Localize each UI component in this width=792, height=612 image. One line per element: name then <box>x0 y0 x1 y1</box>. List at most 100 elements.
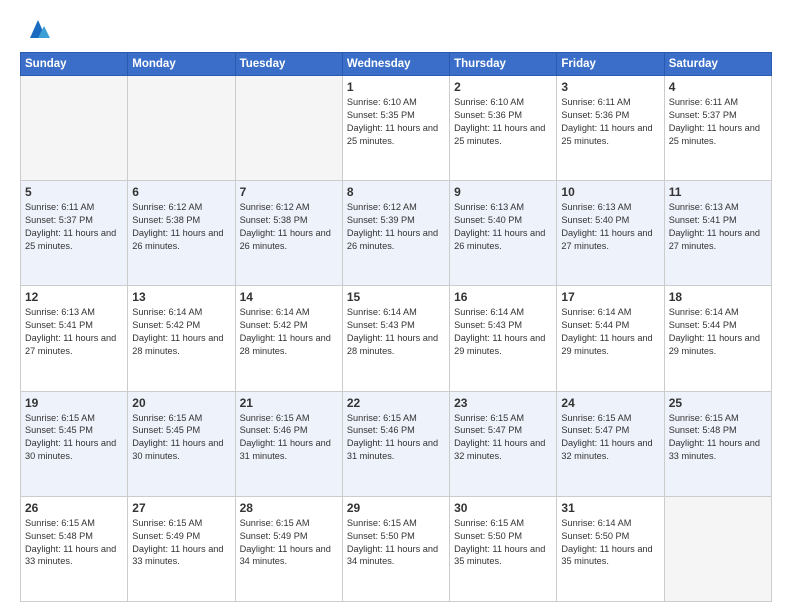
day-info: Sunrise: 6:12 AMSunset: 5:39 PMDaylight:… <box>347 201 445 253</box>
page: SundayMondayTuesdayWednesdayThursdayFrid… <box>0 0 792 612</box>
day-number: 17 <box>561 290 659 304</box>
calendar-cell <box>21 76 128 181</box>
day-info: Sunrise: 6:10 AMSunset: 5:36 PMDaylight:… <box>454 96 552 148</box>
calendar-cell <box>664 496 771 601</box>
day-number: 7 <box>240 185 338 199</box>
calendar-cell: 14 Sunrise: 6:14 AMSunset: 5:42 PMDayligh… <box>235 286 342 391</box>
calendar-cell: 1 Sunrise: 6:10 AMSunset: 5:35 PMDaylight… <box>342 76 449 181</box>
calendar-cell: 8 Sunrise: 6:12 AMSunset: 5:39 PMDaylight… <box>342 181 449 286</box>
day-info: Sunrise: 6:15 AMSunset: 5:45 PMDaylight:… <box>132 412 230 464</box>
calendar-cell: 6 Sunrise: 6:12 AMSunset: 5:38 PMDaylight… <box>128 181 235 286</box>
calendar-cell: 31 Sunrise: 6:14 AMSunset: 5:50 PMDayligh… <box>557 496 664 601</box>
logo-icon <box>24 16 52 44</box>
calendar-cell: 21 Sunrise: 6:15 AMSunset: 5:46 PMDayligh… <box>235 391 342 496</box>
day-info: Sunrise: 6:11 AMSunset: 5:37 PMDaylight:… <box>25 201 123 253</box>
day-number: 19 <box>25 396 123 410</box>
day-number: 14 <box>240 290 338 304</box>
day-info: Sunrise: 6:15 AMSunset: 5:49 PMDaylight:… <box>240 517 338 569</box>
calendar-cell: 4 Sunrise: 6:11 AMSunset: 5:37 PMDaylight… <box>664 76 771 181</box>
day-number: 5 <box>25 185 123 199</box>
day-info: Sunrise: 6:15 AMSunset: 5:50 PMDaylight:… <box>454 517 552 569</box>
day-number: 29 <box>347 501 445 515</box>
day-number: 30 <box>454 501 552 515</box>
day-info: Sunrise: 6:15 AMSunset: 5:49 PMDaylight:… <box>132 517 230 569</box>
day-number: 9 <box>454 185 552 199</box>
day-info: Sunrise: 6:13 AMSunset: 5:40 PMDaylight:… <box>454 201 552 253</box>
calendar-cell: 2 Sunrise: 6:10 AMSunset: 5:36 PMDaylight… <box>450 76 557 181</box>
day-info: Sunrise: 6:13 AMSunset: 5:41 PMDaylight:… <box>669 201 767 253</box>
day-info: Sunrise: 6:15 AMSunset: 5:48 PMDaylight:… <box>25 517 123 569</box>
day-number: 26 <box>25 501 123 515</box>
day-number: 20 <box>132 396 230 410</box>
day-number: 13 <box>132 290 230 304</box>
calendar-cell: 27 Sunrise: 6:15 AMSunset: 5:49 PMDayligh… <box>128 496 235 601</box>
calendar-cell: 12 Sunrise: 6:13 AMSunset: 5:41 PMDayligh… <box>21 286 128 391</box>
calendar-table: SundayMondayTuesdayWednesdayThursdayFrid… <box>20 52 772 602</box>
calendar-cell: 9 Sunrise: 6:13 AMSunset: 5:40 PMDaylight… <box>450 181 557 286</box>
day-number: 25 <box>669 396 767 410</box>
day-info: Sunrise: 6:12 AMSunset: 5:38 PMDaylight:… <box>240 201 338 253</box>
day-number: 15 <box>347 290 445 304</box>
calendar-cell <box>128 76 235 181</box>
day-info: Sunrise: 6:14 AMSunset: 5:44 PMDaylight:… <box>561 306 659 358</box>
calendar-cell: 22 Sunrise: 6:15 AMSunset: 5:46 PMDayligh… <box>342 391 449 496</box>
day-info: Sunrise: 6:15 AMSunset: 5:46 PMDaylight:… <box>347 412 445 464</box>
day-header-saturday: Saturday <box>664 53 771 76</box>
day-number: 8 <box>347 185 445 199</box>
calendar-cell: 10Sunrise: 6:13 AMSunset: 5:40 PMDayligh… <box>557 181 664 286</box>
day-header-monday: Monday <box>128 53 235 76</box>
header <box>20 16 772 44</box>
calendar-cell: 5 Sunrise: 6:11 AMSunset: 5:37 PMDaylight… <box>21 181 128 286</box>
day-number: 11 <box>669 185 767 199</box>
calendar-cell: 19Sunrise: 6:15 AMSunset: 5:45 PMDayligh… <box>21 391 128 496</box>
day-number: 12 <box>25 290 123 304</box>
calendar-cell: 29 Sunrise: 6:15 AMSunset: 5:50 PMDayligh… <box>342 496 449 601</box>
day-header-thursday: Thursday <box>450 53 557 76</box>
day-info: Sunrise: 6:15 AMSunset: 5:46 PMDaylight:… <box>240 412 338 464</box>
day-number: 23 <box>454 396 552 410</box>
day-info: Sunrise: 6:15 AMSunset: 5:47 PMDaylight:… <box>561 412 659 464</box>
day-number: 2 <box>454 80 552 94</box>
calendar-cell: 24 Sunrise: 6:15 AMSunset: 5:47 PMDayligh… <box>557 391 664 496</box>
day-number: 24 <box>561 396 659 410</box>
day-info: Sunrise: 6:13 AMSunset: 5:41 PMDaylight:… <box>25 306 123 358</box>
day-info: Sunrise: 6:14 AMSunset: 5:42 PMDaylight:… <box>240 306 338 358</box>
calendar-cell: 28 Sunrise: 6:15 AMSunset: 5:49 PMDayligh… <box>235 496 342 601</box>
calendar-cell: 7 Sunrise: 6:12 AMSunset: 5:38 PMDaylight… <box>235 181 342 286</box>
calendar-cell: 11 Sunrise: 6:13 AMSunset: 5:41 PMDayligh… <box>664 181 771 286</box>
day-info: Sunrise: 6:15 AMSunset: 5:50 PMDaylight:… <box>347 517 445 569</box>
calendar-cell: 25 Sunrise: 6:15 AMSunset: 5:48 PMDayligh… <box>664 391 771 496</box>
day-number: 10 <box>561 185 659 199</box>
calendar-cell: 13 Sunrise: 6:14 AMSunset: 5:42 PMDayligh… <box>128 286 235 391</box>
calendar-cell: 17 Sunrise: 6:14 AMSunset: 5:44 PMDayligh… <box>557 286 664 391</box>
day-info: Sunrise: 6:14 AMSunset: 5:43 PMDaylight:… <box>347 306 445 358</box>
day-info: Sunrise: 6:15 AMSunset: 5:48 PMDaylight:… <box>669 412 767 464</box>
day-info: Sunrise: 6:14 AMSunset: 5:42 PMDaylight:… <box>132 306 230 358</box>
calendar-cell <box>235 76 342 181</box>
day-number: 31 <box>561 501 659 515</box>
day-number: 21 <box>240 396 338 410</box>
day-info: Sunrise: 6:14 AMSunset: 5:43 PMDaylight:… <box>454 306 552 358</box>
day-number: 22 <box>347 396 445 410</box>
day-number: 18 <box>669 290 767 304</box>
day-number: 4 <box>669 80 767 94</box>
day-header-friday: Friday <box>557 53 664 76</box>
day-info: Sunrise: 6:10 AMSunset: 5:35 PMDaylight:… <box>347 96 445 148</box>
day-header-tuesday: Tuesday <box>235 53 342 76</box>
day-number: 28 <box>240 501 338 515</box>
day-info: Sunrise: 6:11 AMSunset: 5:36 PMDaylight:… <box>561 96 659 148</box>
day-number: 6 <box>132 185 230 199</box>
day-info: Sunrise: 6:12 AMSunset: 5:38 PMDaylight:… <box>132 201 230 253</box>
calendar-cell: 26 Sunrise: 6:15 AMSunset: 5:48 PMDayligh… <box>21 496 128 601</box>
calendar-cell: 23 Sunrise: 6:15 AMSunset: 5:47 PMDayligh… <box>450 391 557 496</box>
day-info: Sunrise: 6:11 AMSunset: 5:37 PMDaylight:… <box>669 96 767 148</box>
day-info: Sunrise: 6:14 AMSunset: 5:50 PMDaylight:… <box>561 517 659 569</box>
day-number: 3 <box>561 80 659 94</box>
day-number: 27 <box>132 501 230 515</box>
logo <box>20 16 52 44</box>
day-header-sunday: Sunday <box>21 53 128 76</box>
day-info: Sunrise: 6:14 AMSunset: 5:44 PMDaylight:… <box>669 306 767 358</box>
day-header-wednesday: Wednesday <box>342 53 449 76</box>
day-info: Sunrise: 6:15 AMSunset: 5:47 PMDaylight:… <box>454 412 552 464</box>
day-number: 1 <box>347 80 445 94</box>
